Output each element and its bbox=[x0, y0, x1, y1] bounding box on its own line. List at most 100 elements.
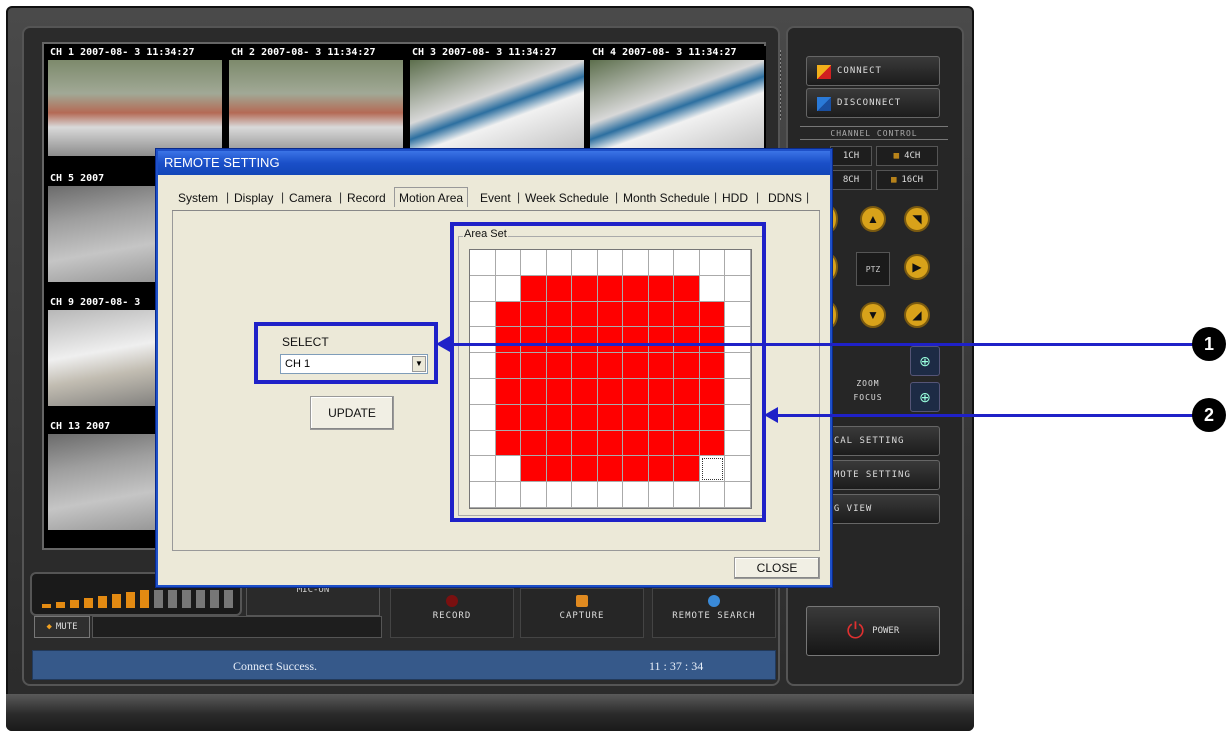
ptz-down-button[interactable]: ▼ bbox=[860, 302, 886, 328]
arrow-right-icon: ▶ bbox=[912, 260, 922, 274]
ch16-button[interactable]: ▦ 16CH bbox=[876, 170, 938, 190]
zoom-in-button[interactable]: ⊕ bbox=[910, 346, 940, 376]
record-icon bbox=[446, 595, 458, 607]
camera-video bbox=[590, 60, 764, 156]
remote-setting-label: REMOTE SETTING bbox=[821, 470, 911, 480]
tab-separator: | bbox=[714, 190, 718, 204]
tab-separator: | bbox=[226, 190, 230, 204]
tab-month-schedule[interactable]: Month Schedule bbox=[623, 191, 710, 205]
tab-separator: | bbox=[806, 190, 810, 204]
ptz-down-right-button[interactable]: ◢ bbox=[904, 302, 930, 328]
level-bar bbox=[56, 602, 65, 608]
callout-number-1: 1 bbox=[1192, 327, 1226, 361]
focus-in-button[interactable]: ⊕ bbox=[910, 382, 940, 412]
tab-record[interactable]: Record bbox=[347, 191, 386, 205]
level-bar bbox=[140, 590, 149, 608]
tab-week-schedule[interactable]: Week Schedule bbox=[525, 191, 609, 205]
speaker-icon: ◆ bbox=[46, 622, 52, 632]
ch4-label: 4CH bbox=[904, 151, 921, 161]
camera-title: CH 2 2007-08- 3 11:34:27 bbox=[231, 47, 376, 58]
local-setting-label: LOCAL SETTING bbox=[821, 436, 905, 446]
tab-separator: | bbox=[517, 190, 521, 204]
arrow-down-right-icon: ◢ bbox=[912, 308, 922, 322]
disconnect-button[interactable]: DISCONNECT bbox=[806, 88, 940, 118]
tab-hdd[interactable]: HDD bbox=[722, 191, 748, 205]
remote-search-label: REMOTE SEARCH bbox=[672, 611, 756, 621]
ch16-label: 16CH bbox=[901, 175, 924, 185]
tab-strip: System | Display | Camera | Record Motio… bbox=[172, 187, 820, 211]
camera-video bbox=[229, 60, 403, 156]
ch4-button[interactable]: ▦ 4CH bbox=[876, 146, 938, 166]
callout-line-2 bbox=[768, 414, 1196, 417]
capture-button[interactable]: CAPTURE bbox=[520, 588, 644, 638]
capture-label: CAPTURE bbox=[559, 611, 605, 621]
grid-highlight bbox=[450, 222, 766, 522]
ch8-button[interactable]: 8CH bbox=[830, 170, 872, 190]
power-icon: ⏻ bbox=[846, 618, 865, 644]
camera-title: CH 9 2007-08- 3 bbox=[50, 297, 141, 308]
grid-icon: ▦ bbox=[890, 175, 897, 185]
disconnect-icon bbox=[817, 97, 831, 111]
camera-video bbox=[48, 60, 222, 156]
close-button[interactable]: CLOSE bbox=[734, 557, 820, 579]
mute-label: MUTE bbox=[55, 622, 78, 632]
arrow-up-icon: ▲ bbox=[867, 212, 879, 226]
status-message: Connect Success. bbox=[233, 659, 317, 673]
camera-video bbox=[410, 60, 584, 156]
search-icon bbox=[708, 595, 720, 607]
level-bar bbox=[154, 590, 163, 608]
update-label: UPDATE bbox=[328, 406, 376, 420]
camera-title: CH 4 2007-08- 3 11:34:27 bbox=[592, 47, 737, 58]
camera-title: CH 13 2007 bbox=[50, 421, 111, 432]
tab-separator: | bbox=[339, 190, 343, 204]
volume-track[interactable] bbox=[92, 616, 382, 638]
arrow-up-right-icon: ◥ bbox=[912, 212, 922, 226]
power-button[interactable]: ⏻ POWER bbox=[806, 606, 940, 656]
status-time: 11 : 37 : 34 bbox=[649, 659, 704, 673]
connect-button[interactable]: CONNECT bbox=[806, 56, 940, 86]
select-highlight bbox=[254, 322, 438, 384]
magnify-plus-icon: ⊕ bbox=[919, 388, 931, 405]
tab-motion-area[interactable]: Motion Area bbox=[394, 187, 469, 207]
ptz-label: PTZ bbox=[856, 252, 890, 286]
tab-display[interactable]: Display bbox=[234, 191, 273, 205]
camera-title: CH 3 2007-08- 3 11:34:27 bbox=[412, 47, 557, 58]
tab-ddns[interactable]: DDNS bbox=[768, 191, 802, 205]
callout-number-2: 2 bbox=[1192, 398, 1226, 432]
camera-title: CH 5 2007 bbox=[50, 173, 105, 184]
arrow-left-icon bbox=[764, 407, 778, 423]
ch1-button[interactable]: 1CH bbox=[830, 146, 872, 166]
arrow-left-icon bbox=[436, 336, 450, 352]
level-bar bbox=[112, 594, 121, 608]
tab-system[interactable]: System bbox=[178, 191, 218, 205]
tab-separator: | bbox=[281, 190, 285, 204]
ch1-label: 1CH bbox=[842, 151, 860, 161]
window-bottom-bar bbox=[6, 694, 974, 731]
status-bar: Connect Success. 11 : 37 : 34 bbox=[32, 650, 776, 680]
ptz-up-right-button[interactable]: ◥ bbox=[904, 206, 930, 232]
tab-separator: | bbox=[756, 190, 760, 204]
level-bar bbox=[42, 604, 51, 608]
level-bar bbox=[168, 590, 177, 608]
focus-label: FOCUS bbox=[853, 393, 883, 402]
disconnect-label: DISCONNECT bbox=[837, 98, 902, 108]
mute-button[interactable]: ◆ MUTE bbox=[34, 616, 90, 638]
record-button[interactable]: RECORD bbox=[390, 588, 514, 638]
channel-control-header: CHANNEL CONTROL bbox=[800, 126, 948, 140]
grid-icon: ▦ bbox=[893, 151, 900, 161]
level-bar bbox=[70, 600, 79, 608]
power-label: POWER bbox=[872, 626, 900, 636]
dialog-title: REMOTE SETTING bbox=[158, 151, 830, 175]
level-bar bbox=[210, 590, 219, 608]
ptz-up-button[interactable]: ▲ bbox=[860, 206, 886, 232]
tab-camera[interactable]: Camera bbox=[289, 191, 332, 205]
update-button[interactable]: UPDATE bbox=[310, 396, 394, 430]
ptz-right-button[interactable]: ▶ bbox=[904, 254, 930, 280]
callout-line-1 bbox=[440, 343, 1196, 346]
tab-separator: | bbox=[615, 190, 619, 204]
arrow-down-icon: ▼ bbox=[867, 308, 879, 322]
remote-search-button[interactable]: REMOTE SEARCH bbox=[652, 588, 776, 638]
tab-event[interactable]: Event bbox=[480, 191, 511, 205]
level-bar bbox=[98, 596, 107, 608]
level-bar bbox=[224, 590, 233, 608]
